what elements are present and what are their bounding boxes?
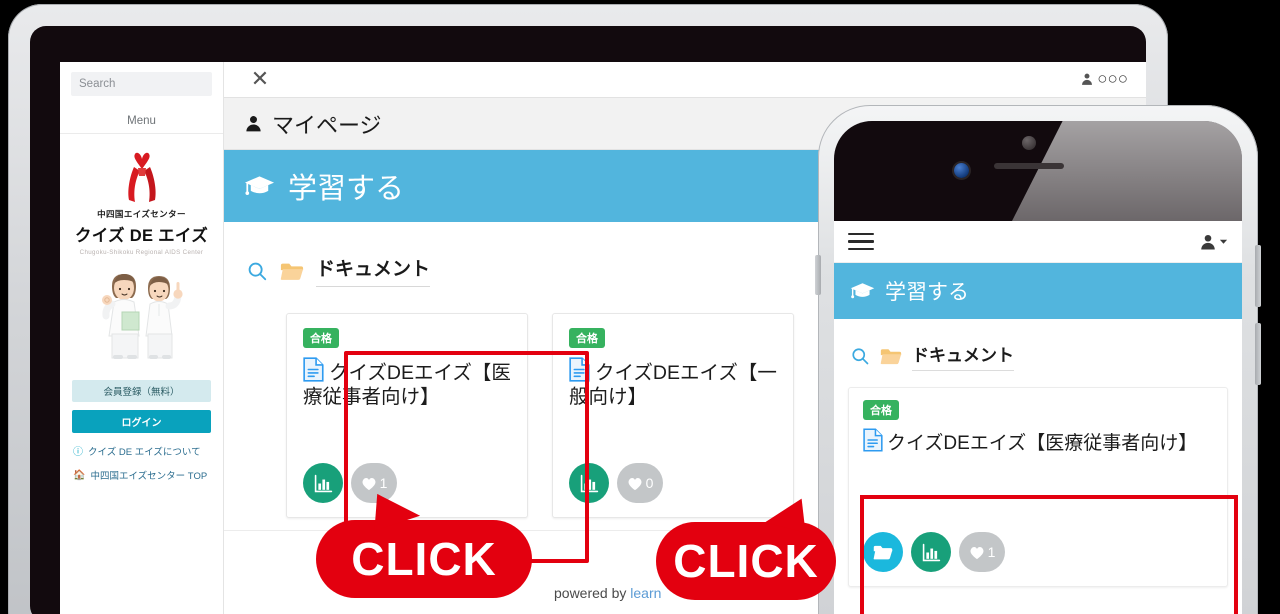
phone-card-title-row: クイズDEエイズ【医療従事者向け】: [863, 428, 1213, 456]
sidebar-item-center-top[interactable]: 🏠 中四国エイズセンター TOP: [73, 468, 223, 483]
study-title: 学習する: [288, 173, 405, 205]
phone-document-heading: ドキュメント: [834, 319, 1242, 371]
document-card-title-row: クイズDEエイズ【一般向け】: [569, 357, 777, 410]
search-icon[interactable]: [850, 346, 870, 366]
screen-reflection: [1012, 121, 1242, 221]
like-count: 0: [645, 475, 654, 491]
red-ribbon-icon: [127, 152, 156, 202]
sidebar-menu-label[interactable]: Menu: [60, 108, 223, 134]
screenshot-stage: ✕ ○○○ Search Menu 中四国エイズセンター クイズ DE エイズ …: [0, 0, 1280, 614]
hamburger-icon[interactable]: [848, 228, 874, 255]
folder-icon: [880, 349, 902, 365]
chart-icon: [922, 543, 940, 561]
person-icon: [1201, 234, 1215, 249]
chart-icon: [314, 474, 332, 492]
powered-by-prefix: powered by: [554, 585, 631, 601]
home-icon: 🏠: [73, 469, 86, 481]
sidebar: Search Menu 中四国エイズセンター クイズ DE エイズ Chugok…: [60, 62, 224, 614]
click-callout: CLICK: [316, 483, 532, 598]
proximity-sensor-icon: [1022, 136, 1036, 150]
site-logo: 中四国エイズセンター クイズ DE エイズ Chugoku-Shikoku Re…: [60, 134, 223, 366]
logo-brand: クイズ DE エイズ: [74, 227, 209, 245]
phone-page-content: 学習する ドキュメント 合格 クイズDEエイズ【医療従事者向け】 1: [834, 221, 1242, 614]
status-badge: 合格: [569, 328, 605, 348]
phone-card-title: クイズDEエイズ【医療従事者向け】: [887, 433, 1198, 454]
phone-power-button: [1255, 245, 1261, 307]
sidebar-item-center-top-label: 中四国エイズセンター TOP: [90, 471, 208, 482]
info-icon: ⓘ: [73, 447, 83, 458]
click-callout-label: CLICK: [351, 533, 497, 585]
search-placeholder: Search: [79, 78, 116, 90]
phone-navbar: [834, 221, 1242, 263]
browser-account-indicator[interactable]: ○○○: [1080, 69, 1128, 89]
status-badge: 合格: [863, 400, 899, 420]
register-button[interactable]: 会員登録（無料）: [72, 380, 211, 402]
powered-by-link[interactable]: learn: [630, 585, 661, 601]
login-button[interactable]: ログイン: [72, 410, 211, 433]
medical-staff-illustration: [101, 274, 183, 359]
like-button[interactable]: 1: [959, 532, 1005, 572]
heart-icon: [628, 477, 642, 490]
folder-icon: [873, 545, 893, 560]
phone-study-title: 学習する: [885, 281, 969, 304]
front-camera-icon: [954, 163, 969, 178]
phone-account-menu[interactable]: [1199, 233, 1228, 251]
phone-screen: 学習する ドキュメント 合格 クイズDEエイズ【医療従事者向け】 1: [834, 121, 1242, 614]
document-icon: [303, 357, 324, 382]
page-title: マイページ: [272, 112, 382, 138]
search-icon[interactable]: [246, 260, 268, 282]
like-button[interactable]: 0: [617, 463, 663, 503]
phone-bezel-top: [834, 121, 1242, 221]
phone-document-title: ドキュメント: [912, 341, 1014, 371]
folder-button[interactable]: [863, 532, 903, 572]
logo-org-name: 中四国エイズセンター: [97, 209, 186, 219]
phone-document-card[interactable]: 合格 クイズDEエイズ【医療従事者向け】 1: [848, 387, 1228, 587]
browser-account-name: ○○○: [1097, 69, 1128, 88]
search-input[interactable]: Search: [71, 72, 212, 96]
graduation-cap-icon: [244, 176, 275, 196]
phone-card-actions: 1: [863, 532, 1005, 572]
heart-icon: [970, 546, 984, 559]
folder-icon: [280, 263, 304, 280]
phone-volume-button: [815, 255, 821, 295]
earpiece-speaker: [994, 163, 1064, 169]
chart-button[interactable]: [303, 463, 343, 503]
logo-brand-english: Chugoku-Shikoku Regional AIDS Center: [79, 249, 204, 256]
click-callout-label: CLICK: [673, 535, 819, 587]
sidebar-item-about-label: クイズ DE エイズについて: [88, 446, 201, 458]
person-icon: [1082, 73, 1093, 85]
status-badge: 合格: [303, 328, 339, 348]
document-card-title: クイズDEエイズ【一般向け】: [569, 362, 777, 408]
document-icon: [863, 428, 883, 452]
phone-study-header: 学習する: [834, 263, 1242, 319]
powered-by-text: powered by learn: [554, 585, 661, 601]
like-count: 1: [987, 544, 996, 560]
graduation-cap-icon: [850, 283, 875, 299]
chart-button[interactable]: [911, 532, 951, 572]
click-callout: CLICK: [656, 491, 836, 600]
phone-side-button: [1255, 323, 1261, 385]
sidebar-item-about[interactable]: ⓘ クイズ DE エイズについて: [73, 443, 223, 459]
close-icon[interactable]: ✕: [248, 68, 272, 92]
document-section-title: ドキュメント: [316, 254, 431, 287]
phone-device-frame: 学習する ドキュメント 合格 クイズDEエイズ【医療従事者向け】 1: [815, 105, 1261, 614]
chevron-down-icon: [1219, 239, 1228, 244]
person-icon: [246, 116, 261, 132]
